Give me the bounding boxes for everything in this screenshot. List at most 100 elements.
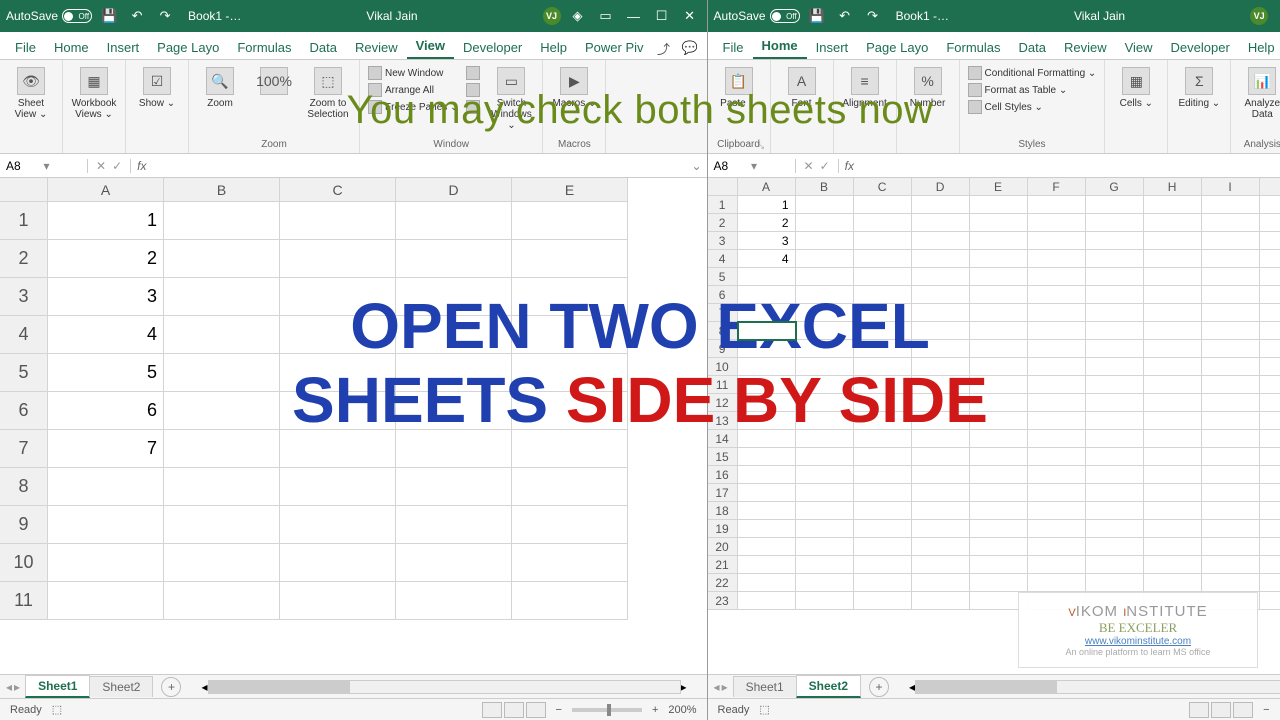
tab-file[interactable]: File xyxy=(714,36,753,59)
cell[interactable] xyxy=(912,430,970,448)
cell[interactable]: 5 xyxy=(48,354,164,392)
cell[interactable] xyxy=(1260,340,1280,358)
cell[interactable] xyxy=(912,232,970,250)
cell[interactable] xyxy=(796,376,854,394)
cell[interactable] xyxy=(854,448,912,466)
row-header[interactable]: 12 xyxy=(708,394,738,412)
cell[interactable] xyxy=(48,544,164,582)
row-header[interactable]: 20 xyxy=(708,538,738,556)
cell[interactable] xyxy=(396,582,512,620)
row-header[interactable]: 17 xyxy=(708,484,738,502)
tab-review[interactable]: Review xyxy=(1055,36,1116,59)
cell[interactable] xyxy=(1260,250,1280,268)
cell[interactable] xyxy=(512,240,628,278)
tab-home[interactable]: Home xyxy=(45,36,98,59)
number-group-button[interactable]: %Number xyxy=(903,63,953,109)
hide-button[interactable] xyxy=(464,82,482,98)
cell[interactable] xyxy=(738,394,796,412)
cell[interactable] xyxy=(912,412,970,430)
cell[interactable] xyxy=(1144,196,1202,214)
cell[interactable] xyxy=(912,250,970,268)
add-sheet-button[interactable]: + xyxy=(869,677,889,697)
cell[interactable] xyxy=(912,394,970,412)
cell[interactable] xyxy=(512,354,628,392)
cell[interactable] xyxy=(1086,484,1144,502)
cell[interactable] xyxy=(1260,394,1280,412)
cell[interactable] xyxy=(396,544,512,582)
cell[interactable] xyxy=(912,196,970,214)
cell[interactable] xyxy=(970,214,1028,232)
cell[interactable] xyxy=(280,468,396,506)
cell[interactable] xyxy=(738,304,796,322)
cell[interactable] xyxy=(1086,538,1144,556)
cell[interactable] xyxy=(970,520,1028,538)
cell[interactable] xyxy=(912,502,970,520)
row-header[interactable]: 7 xyxy=(0,430,48,468)
cell[interactable] xyxy=(1028,196,1086,214)
cell[interactable] xyxy=(738,430,796,448)
hscrollbar[interactable] xyxy=(208,680,681,694)
row-header[interactable]: 2 xyxy=(0,240,48,278)
page-layout-view-button[interactable] xyxy=(504,702,524,718)
cell[interactable] xyxy=(854,268,912,286)
cell[interactable] xyxy=(164,506,280,544)
cell[interactable] xyxy=(738,376,796,394)
cell[interactable] xyxy=(1260,232,1280,250)
save-icon[interactable]: 💾 xyxy=(806,5,828,27)
cell[interactable] xyxy=(1260,502,1280,520)
cell[interactable] xyxy=(164,202,280,240)
cell[interactable] xyxy=(796,448,854,466)
cell[interactable] xyxy=(854,214,912,232)
cell[interactable] xyxy=(1260,592,1280,610)
row-header[interactable]: 7 xyxy=(708,304,738,322)
sheet-tab-sheet2[interactable]: Sheet2 xyxy=(796,675,861,698)
cell[interactable] xyxy=(1202,376,1260,394)
cell[interactable] xyxy=(854,520,912,538)
cell[interactable] xyxy=(1028,286,1086,304)
cell[interactable] xyxy=(1260,448,1280,466)
select-all-corner[interactable] xyxy=(0,178,48,202)
cell[interactable] xyxy=(970,232,1028,250)
cells-button[interactable]: ▦Cells ⌄ xyxy=(1111,63,1161,109)
column-header[interactable]: I xyxy=(1202,178,1260,196)
cell[interactable] xyxy=(912,574,970,592)
row-header[interactable]: 10 xyxy=(708,358,738,376)
cell[interactable] xyxy=(1086,358,1144,376)
cell[interactable] xyxy=(1028,376,1086,394)
row-header[interactable]: 10 xyxy=(0,544,48,582)
select-all-corner[interactable] xyxy=(708,178,738,196)
cell[interactable] xyxy=(1260,358,1280,376)
clipboard-launcher-icon[interactable]: ⤡ xyxy=(758,141,768,151)
cell[interactable] xyxy=(164,392,280,430)
column-header[interactable]: J xyxy=(1260,178,1280,196)
cell[interactable] xyxy=(796,286,854,304)
tab-view[interactable]: View xyxy=(1116,36,1162,59)
column-header[interactable]: B xyxy=(796,178,854,196)
cell[interactable] xyxy=(1260,376,1280,394)
cell[interactable] xyxy=(970,304,1028,322)
cell[interactable] xyxy=(738,358,796,376)
cell[interactable] xyxy=(1144,574,1202,592)
hscrollbar[interactable] xyxy=(915,680,1280,694)
cell[interactable] xyxy=(1260,196,1280,214)
cell[interactable] xyxy=(1086,268,1144,286)
cell[interactable] xyxy=(1202,214,1260,232)
cell[interactable] xyxy=(164,468,280,506)
sheet-nav-prev-icon[interactable]: ◂ xyxy=(6,680,12,694)
cell[interactable] xyxy=(1144,484,1202,502)
row-header[interactable]: 4 xyxy=(708,250,738,268)
cell[interactable] xyxy=(912,286,970,304)
cell[interactable] xyxy=(854,538,912,556)
cell-grid[interactable]: ABCDE11223344556677891011 xyxy=(0,178,707,674)
row-header[interactable]: 5 xyxy=(708,268,738,286)
cell[interactable] xyxy=(48,506,164,544)
row-header[interactable]: 3 xyxy=(708,232,738,250)
cell[interactable] xyxy=(1144,556,1202,574)
cell[interactable] xyxy=(1086,502,1144,520)
cell[interactable] xyxy=(970,466,1028,484)
cell[interactable] xyxy=(396,354,512,392)
cell[interactable] xyxy=(1086,250,1144,268)
cell[interactable] xyxy=(854,340,912,358)
cell[interactable] xyxy=(738,268,796,286)
cell[interactable] xyxy=(512,202,628,240)
